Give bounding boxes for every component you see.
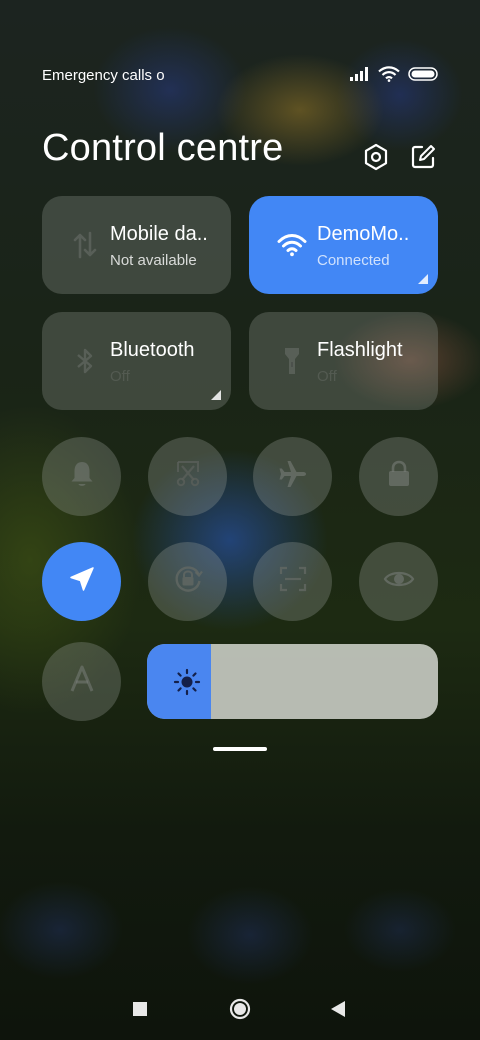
tile-bluetooth[interactable]: Bluetooth Off xyxy=(42,312,231,410)
settings-icon xyxy=(363,143,389,176)
toggle-lock-screen[interactable] xyxy=(359,437,438,516)
tile-status: Not available xyxy=(110,252,197,269)
collapse-handle[interactable] xyxy=(213,747,267,751)
toggle-reading-mode[interactable] xyxy=(359,542,438,621)
tile-label: DemoMo.. xyxy=(317,223,410,245)
mobile-data-icon xyxy=(70,230,100,260)
toggle-rotation-lock[interactable] xyxy=(148,542,227,621)
tile-mobile-data[interactable]: Mobile da.. Not available xyxy=(42,196,231,294)
tile-flashlight[interactable]: Flashlight Off xyxy=(249,312,438,410)
wifi-icon xyxy=(277,230,307,260)
eye-icon xyxy=(383,566,415,597)
toggle-mute[interactable] xyxy=(42,437,121,516)
expand-corner-icon[interactable] xyxy=(211,390,221,400)
flashlight-icon xyxy=(277,346,307,376)
expand-corner-icon[interactable] xyxy=(418,274,428,284)
toggle-auto-brightness[interactable] xyxy=(42,642,121,721)
toggle-airplane[interactable] xyxy=(253,437,332,516)
tile-status: Off xyxy=(110,368,130,385)
airplane-icon xyxy=(277,458,309,495)
bell-icon xyxy=(67,459,97,494)
brightness-slider[interactable] xyxy=(147,644,438,719)
scanner-icon xyxy=(277,563,309,600)
bluetooth-icon xyxy=(70,346,100,376)
tile-label: Flashlight xyxy=(317,339,403,361)
recents-square-icon xyxy=(132,1001,148,1022)
toggle-screenshot[interactable] xyxy=(148,437,227,516)
status-carrier-text: Emergency calls o xyxy=(42,67,165,84)
tile-wifi[interactable]: DemoMo.. Connected xyxy=(249,196,438,294)
screenshot-scissors-icon xyxy=(173,459,203,494)
wifi-icon xyxy=(378,66,400,87)
battery-icon xyxy=(408,67,438,86)
toggle-scanner[interactable] xyxy=(253,542,332,621)
tile-label: Mobile da.. xyxy=(110,223,208,245)
edit-icon xyxy=(410,144,436,175)
page-title: Control centre xyxy=(42,127,284,169)
tile-label: Bluetooth xyxy=(110,339,195,361)
home-button[interactable] xyxy=(225,998,255,1025)
sun-icon xyxy=(173,668,201,696)
back-button[interactable] xyxy=(323,1000,353,1022)
recents-button[interactable] xyxy=(125,1000,155,1022)
tile-status: Off xyxy=(317,368,337,385)
location-icon xyxy=(67,564,97,599)
home-circle-icon xyxy=(229,998,251,1025)
status-icons xyxy=(350,66,438,87)
auto-brightness-icon xyxy=(67,664,97,699)
tile-status: Connected xyxy=(317,252,390,269)
signal-icon xyxy=(350,67,370,86)
back-triangle-icon xyxy=(330,1000,346,1023)
edit-button[interactable] xyxy=(408,144,438,174)
toggle-location[interactable] xyxy=(42,542,121,621)
settings-button[interactable] xyxy=(361,143,391,176)
rotation-lock-icon xyxy=(171,562,205,601)
lock-icon xyxy=(385,459,413,494)
